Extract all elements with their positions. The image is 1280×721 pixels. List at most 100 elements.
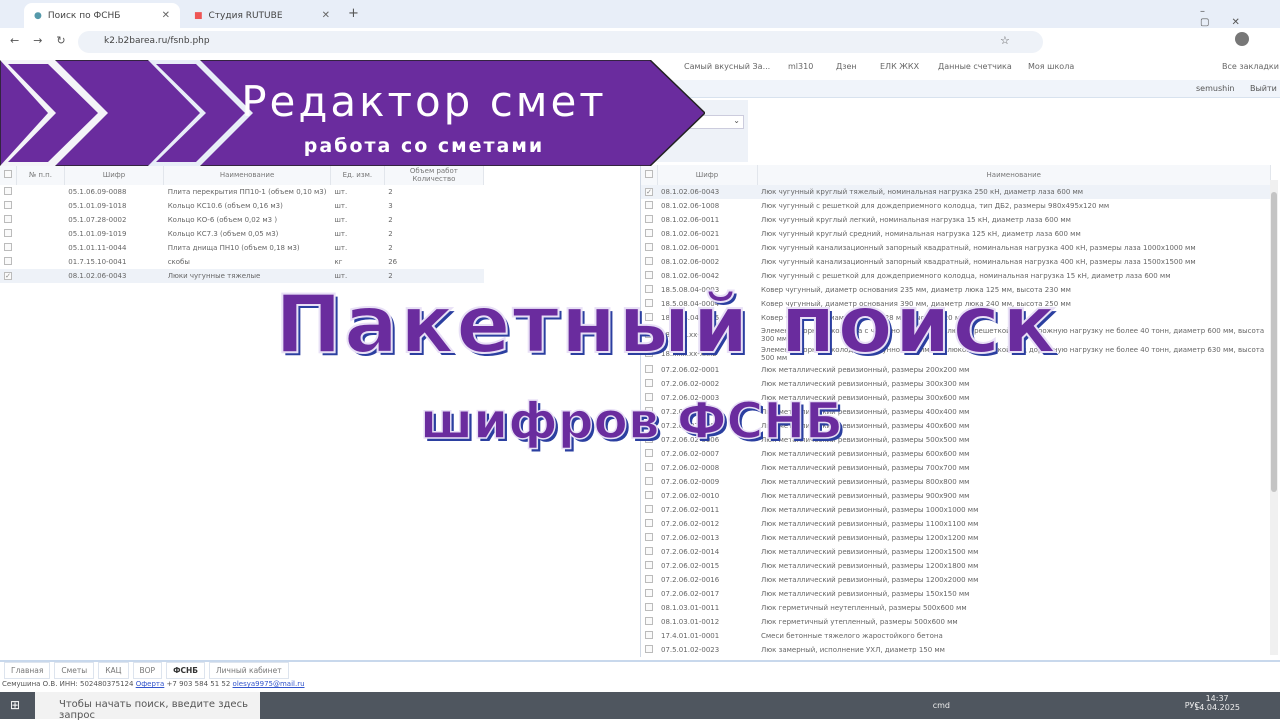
row-checkbox[interactable] bbox=[645, 533, 653, 541]
cell-code: 07.2.06.02-0002 bbox=[661, 380, 720, 388]
table-row[interactable]: 08.1.02.06-0002 Люк чугунный канализацион… bbox=[641, 255, 1271, 269]
row-checkbox[interactable] bbox=[645, 547, 653, 555]
table-row[interactable]: 08.1.02.06-1008 Люк чугунный с решеткой д… bbox=[641, 199, 1271, 213]
table-row[interactable]: 08.1.03.01-0011 Люк герметичный неутеплен… bbox=[641, 601, 1271, 615]
close-tab-icon[interactable]: ✕ bbox=[162, 10, 170, 21]
table-row[interactable]: 05.1.01.09-1019 Кольцо КС7.3 (объем 0,05 … bbox=[0, 227, 484, 241]
row-checkbox[interactable] bbox=[4, 229, 12, 237]
row-checkbox[interactable] bbox=[4, 215, 12, 223]
table-row[interactable]: 07.2.06.02-0002 Люк металлический ревизио… bbox=[641, 377, 1271, 391]
user-name[interactable]: semushin bbox=[1196, 84, 1234, 93]
url-input[interactable]: k2.b2barea.ru/fsnb.php bbox=[78, 31, 1043, 53]
bookmark[interactable]: Моя школа bbox=[1028, 62, 1074, 71]
row-checkbox[interactable] bbox=[645, 477, 653, 485]
table-row[interactable]: 07.2.06.02-0011 Люк металлический ревизио… bbox=[641, 503, 1271, 517]
cmd-label[interactable]: cmd bbox=[933, 701, 950, 710]
tab-rutube[interactable]: ■ Студия RUTUBE ✕ bbox=[184, 3, 340, 28]
cell-name: Люк металлический ревизионный, размеры 1… bbox=[761, 534, 979, 542]
row-checkbox[interactable] bbox=[645, 505, 653, 513]
row-checkbox[interactable]: ✓ bbox=[645, 188, 653, 196]
table-row[interactable]: 07.2.06.02-0017 Люк металлический ревизио… bbox=[641, 587, 1271, 601]
tab-kac[interactable]: КАЦ bbox=[98, 662, 129, 679]
row-checkbox[interactable] bbox=[645, 463, 653, 471]
star-icon[interactable]: ☆ bbox=[1000, 34, 1010, 47]
table-row[interactable]: 08.1.02.06-0021 Люк чугунный круглый сред… bbox=[641, 227, 1271, 241]
windows-start-icon[interactable]: ⊞ bbox=[10, 698, 20, 712]
table-row[interactable]: 07.2.06.02-0014 Люк металлический ревизио… bbox=[641, 545, 1271, 559]
row-checkbox[interactable] bbox=[4, 201, 12, 209]
email-link[interactable]: olesya9975@mail.ru bbox=[233, 680, 305, 688]
row-checkbox[interactable] bbox=[645, 631, 653, 639]
table-row[interactable]: 07.2.06.02-0009 Люк металлический ревизио… bbox=[641, 475, 1271, 489]
cell-code: 07.2.06.02-0008 bbox=[661, 464, 720, 472]
globe-icon: ● bbox=[34, 10, 42, 21]
row-checkbox[interactable] bbox=[645, 229, 653, 237]
tab-fsnb-search[interactable]: ● Поиск по ФСНБ ✕ bbox=[24, 3, 180, 28]
close-tab-icon[interactable]: ✕ bbox=[322, 10, 330, 21]
row-checkbox[interactable] bbox=[645, 603, 653, 611]
tab-estimates[interactable]: Сметы bbox=[54, 662, 95, 679]
bookmark[interactable]: Дзен bbox=[836, 62, 857, 71]
row-checkbox[interactable] bbox=[645, 575, 653, 583]
new-tab-button[interactable]: + bbox=[348, 6, 359, 21]
row-checkbox[interactable] bbox=[4, 243, 12, 251]
row-checkbox[interactable] bbox=[4, 187, 12, 195]
row-checkbox[interactable] bbox=[645, 561, 653, 569]
results-scrollbar[interactable] bbox=[1270, 180, 1278, 655]
table-row[interactable]: 07.2.06.02-0015 Люк металлический ревизио… bbox=[641, 559, 1271, 573]
table-row[interactable]: 05.1.06.09-0088 Плита перекрытия ПП10-1 (… bbox=[0, 185, 484, 199]
table-row[interactable]: 01.7.15.10-0041 скобы кг 26 bbox=[0, 255, 484, 269]
taskbar-search-input[interactable]: Чтобы начать поиск, введите здесь запрос bbox=[35, 692, 260, 721]
tab-main[interactable]: Главная bbox=[4, 662, 51, 679]
cell-unit: шт. bbox=[334, 216, 348, 224]
table-row[interactable]: 07.2.06.02-0013 Люк металлический ревизио… bbox=[641, 531, 1271, 545]
row-checkbox[interactable] bbox=[645, 645, 653, 653]
select-all-checkbox[interactable] bbox=[645, 170, 653, 178]
table-row[interactable]: 08.1.02.06-0001 Люк чугунный канализацион… bbox=[641, 241, 1271, 255]
cell-code: 07.2.06.02-0014 bbox=[661, 548, 720, 556]
col-header: Наименование bbox=[163, 165, 331, 185]
bookmark[interactable]: ml310 bbox=[788, 62, 813, 71]
row-checkbox[interactable] bbox=[645, 379, 653, 387]
tab-account[interactable]: Личный кабинет bbox=[209, 662, 289, 679]
row-checkbox[interactable]: ✓ bbox=[4, 272, 12, 280]
table-row[interactable]: 05.1.01.09-1018 Кольцо КС10.6 (объем 0,16… bbox=[0, 199, 484, 213]
row-checkbox[interactable] bbox=[645, 519, 653, 527]
table-row[interactable]: 07.2.06.02-0016 Люк металлический ревизио… bbox=[641, 573, 1271, 587]
window-controls[interactable]: –▢✕ bbox=[1200, 6, 1280, 28]
clock[interactable]: 14:37 14.04.2025 bbox=[1194, 694, 1240, 712]
row-checkbox[interactable] bbox=[645, 491, 653, 499]
bookmark[interactable]: Данные счетчика bbox=[938, 62, 1012, 71]
tab-fsnb[interactable]: ФСНБ bbox=[166, 662, 206, 679]
table-row[interactable]: 05.1.07.28-0002 Кольцо КО-6 (объем 0,02 м… bbox=[0, 213, 484, 227]
logout-link[interactable]: Выйти bbox=[1250, 84, 1277, 93]
table-row[interactable]: 07.2.06.02-0012 Люк металлический ревизио… bbox=[641, 517, 1271, 531]
row-checkbox[interactable] bbox=[4, 257, 12, 265]
row-checkbox[interactable] bbox=[645, 201, 653, 209]
row-checkbox[interactable] bbox=[645, 449, 653, 457]
table-row[interactable]: 08.1.02.06-0011 Люк чугунный круглый легк… bbox=[641, 213, 1271, 227]
row-checkbox[interactable] bbox=[645, 617, 653, 625]
address-bar-row: ←→↻ k2.b2barea.ru/fsnb.php ☆ bbox=[0, 28, 1280, 56]
table-row[interactable]: 17.4.01.01-0001 Смеси бетонные тяжелого ж… bbox=[641, 629, 1271, 643]
tab-vor[interactable]: ВОР bbox=[132, 662, 163, 679]
table-row[interactable]: 05.1.01.11-0044 Плита днища ПН10 (объем 0… bbox=[0, 241, 484, 255]
table-row[interactable]: 07.2.06.02-0008 Люк металлический ревизио… bbox=[641, 461, 1271, 475]
cell-name: Люк герметичный неутепленный, размеры 50… bbox=[761, 604, 967, 612]
cell-name: Люк металлический ревизионный, размеры 1… bbox=[761, 576, 979, 584]
table-row[interactable]: 07.2.06.02-0010 Люк металлический ревизио… bbox=[641, 489, 1271, 503]
row-checkbox[interactable] bbox=[645, 589, 653, 597]
nav-buttons[interactable]: ←→↻ bbox=[10, 34, 80, 47]
profile-avatar[interactable] bbox=[1235, 32, 1249, 46]
cell-name: Люк чугунный канализационный запорный кв… bbox=[761, 258, 1196, 266]
select-all-checkbox[interactable] bbox=[4, 170, 12, 178]
table-row[interactable]: ✓ 08.1.02.06-0043 Люк чугунный круглый тяж… bbox=[641, 185, 1271, 199]
table-row[interactable]: 07.5.01.02-0023 Люк замерный, исполнение … bbox=[641, 643, 1271, 657]
row-checkbox[interactable] bbox=[645, 257, 653, 265]
table-row[interactable]: 08.1.03.01-0012 Люк герметичный утепленны… bbox=[641, 615, 1271, 629]
offer-link[interactable]: Оферта bbox=[136, 680, 165, 688]
row-checkbox[interactable] bbox=[645, 215, 653, 223]
all-bookmarks[interactable]: Все закладки bbox=[1222, 62, 1279, 71]
bookmark[interactable]: ЕЛК ЖКХ bbox=[880, 62, 919, 71]
row-checkbox[interactable] bbox=[645, 243, 653, 251]
